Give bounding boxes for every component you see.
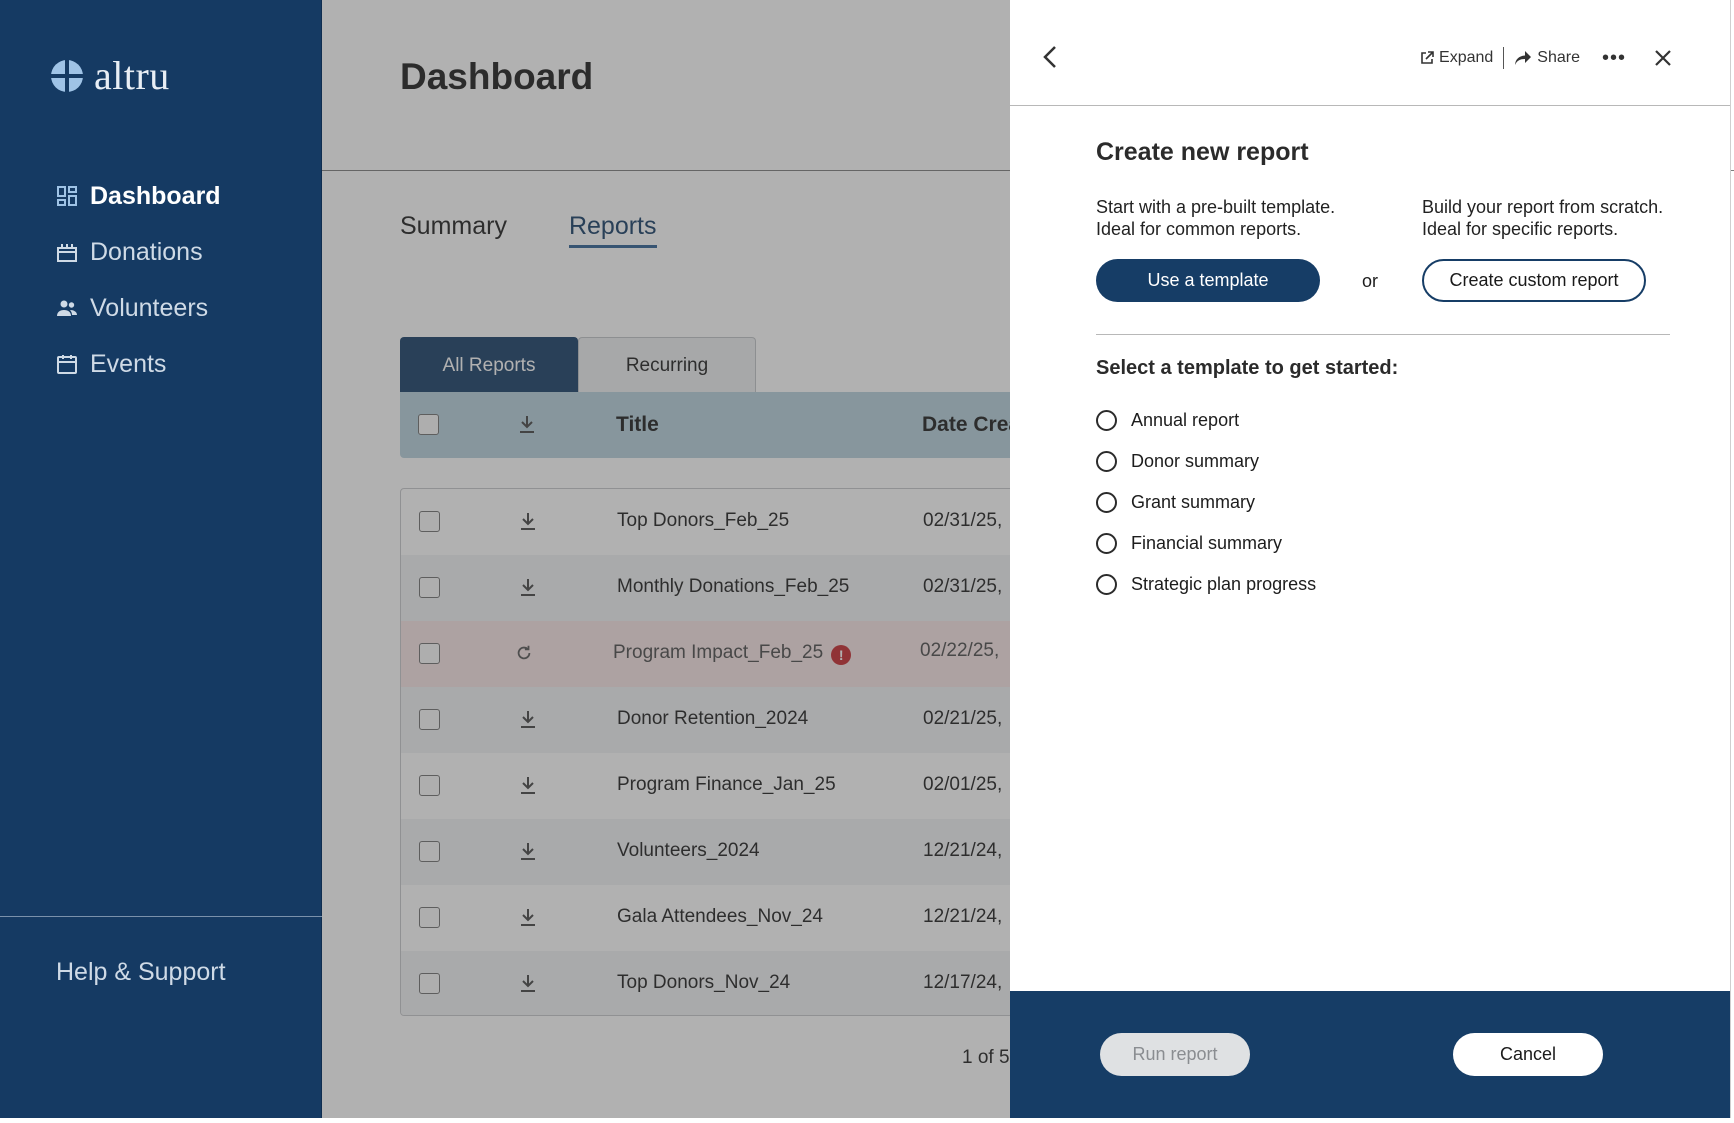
- close-icon[interactable]: [1654, 49, 1672, 67]
- logo-text: altru: [94, 53, 170, 98]
- radio-button[interactable]: [1096, 410, 1117, 431]
- share-arrow-icon: [1515, 51, 1532, 65]
- cancel-button[interactable]: Cancel: [1453, 1033, 1603, 1076]
- radio-button[interactable]: [1096, 574, 1117, 595]
- sidebar: altru Dashboard Donations Volunteers Eve…: [0, 0, 322, 1118]
- radio-button[interactable]: [1096, 492, 1117, 513]
- help-support-link[interactable]: Help & Support: [56, 958, 226, 987]
- gift-icon: [57, 244, 77, 262]
- template-option-strategic-plan-progress[interactable]: Strategic plan progress: [1096, 564, 1316, 605]
- expand-label: Expand: [1439, 49, 1494, 66]
- custom-description-line: Build your report from scratch.: [1422, 197, 1664, 217]
- nav-label: Donations: [90, 237, 203, 266]
- calendar-icon: [57, 355, 77, 374]
- template-radio-group: Annual report Donor summary Grant summar…: [1096, 400, 1316, 605]
- use-template-button[interactable]: Use a template: [1096, 259, 1320, 302]
- nav-label: Dashboard: [90, 181, 221, 210]
- create-custom-report-button[interactable]: Create custom report: [1422, 259, 1646, 302]
- template-option-donor-summary[interactable]: Donor summary: [1096, 441, 1316, 482]
- template-select-label: Select a template to get started:: [1096, 357, 1399, 379]
- custom-description: Build your report from scratch. Ideal fo…: [1422, 196, 1663, 240]
- template-description-line: Start with a pre-built template.: [1096, 197, 1336, 217]
- sidebar-divider: [0, 916, 322, 917]
- template-option-financial-summary[interactable]: Financial summary: [1096, 523, 1316, 564]
- back-arrow-icon[interactable]: [1040, 44, 1062, 70]
- more-options-icon[interactable]: •••: [1602, 48, 1626, 68]
- nav-item-volunteers[interactable]: Volunteers: [56, 280, 221, 336]
- radio-label: Financial summary: [1131, 533, 1283, 553]
- action-separator: [1503, 47, 1505, 69]
- template-option-annual-report[interactable]: Annual report: [1096, 400, 1316, 441]
- nav-item-dashboard[interactable]: Dashboard: [56, 168, 221, 224]
- custom-description-line: Ideal for specific reports.: [1422, 219, 1619, 239]
- panel-title: Create new report: [1096, 138, 1309, 166]
- dashboard-icon: [57, 186, 77, 206]
- panel-toolbar: Expand Share •••: [1010, 0, 1730, 106]
- share-button[interactable]: Share: [1514, 49, 1580, 67]
- create-report-panel: Expand Share ••• Create new report Start…: [1010, 0, 1731, 1118]
- radio-label: Grant summary: [1131, 492, 1256, 512]
- template-option-grant-summary[interactable]: Grant summary: [1096, 482, 1316, 523]
- template-description: Start with a pre-built template. Ideal f…: [1096, 196, 1335, 240]
- app-logo[interactable]: altru: [50, 56, 170, 96]
- panel-actions: Expand Share •••: [1420, 47, 1672, 69]
- logo-mark-icon: [50, 59, 84, 93]
- nav-item-events[interactable]: Events: [56, 336, 221, 392]
- nav-item-donations[interactable]: Donations: [56, 224, 221, 280]
- people-icon: [57, 300, 77, 316]
- nav-label: Volunteers: [90, 293, 209, 322]
- radio-button[interactable]: [1096, 533, 1117, 554]
- main-nav: Dashboard Donations Volunteers Events: [56, 168, 221, 392]
- radio-label: Strategic plan progress: [1131, 574, 1317, 594]
- panel-footer: Run report Cancel: [1010, 991, 1730, 1118]
- share-label: Share: [1537, 49, 1580, 66]
- run-report-button[interactable]: Run report: [1100, 1033, 1250, 1076]
- nav-label: Events: [90, 349, 167, 378]
- radio-label: Donor summary: [1131, 451, 1260, 471]
- expand-button[interactable]: Expand: [1420, 49, 1493, 67]
- radio-label: Annual report: [1131, 410, 1240, 430]
- radio-button[interactable]: [1096, 451, 1117, 472]
- template-description-line: Ideal for common reports.: [1096, 219, 1302, 239]
- panel-divider: [1096, 334, 1670, 335]
- external-link-icon: [1421, 51, 1434, 64]
- or-label: or: [1362, 271, 1379, 291]
